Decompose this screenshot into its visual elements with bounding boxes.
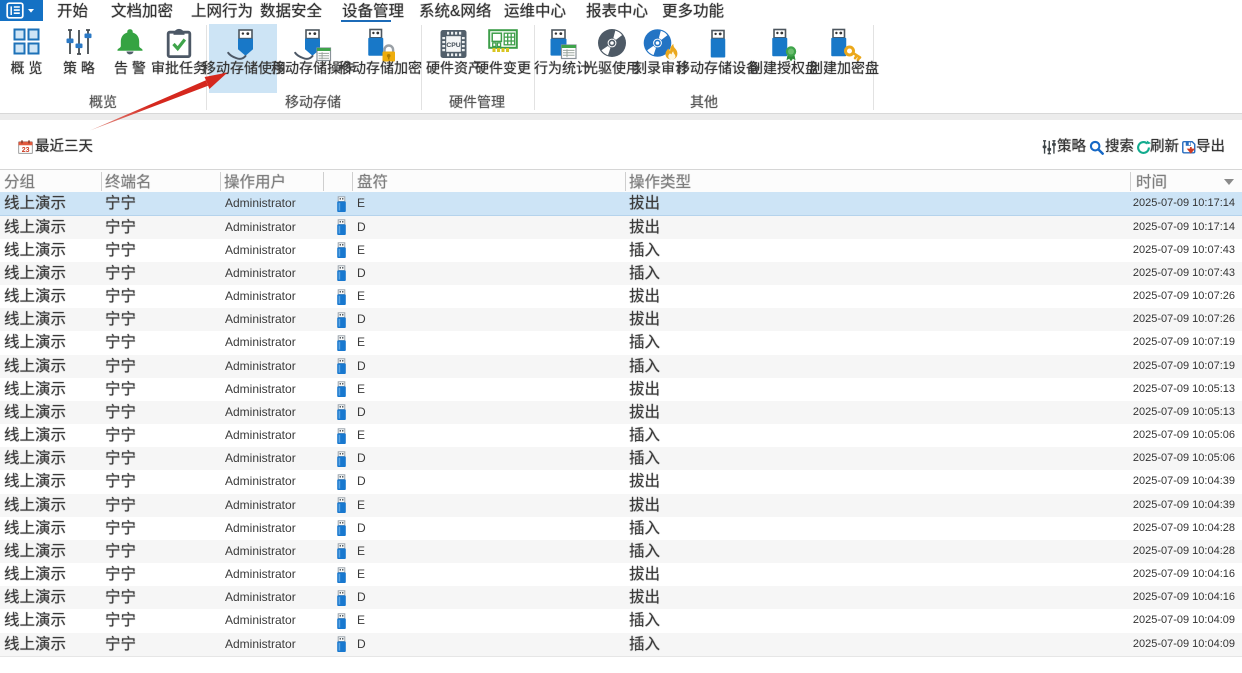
svg-text:23: 23 [22, 147, 30, 154]
